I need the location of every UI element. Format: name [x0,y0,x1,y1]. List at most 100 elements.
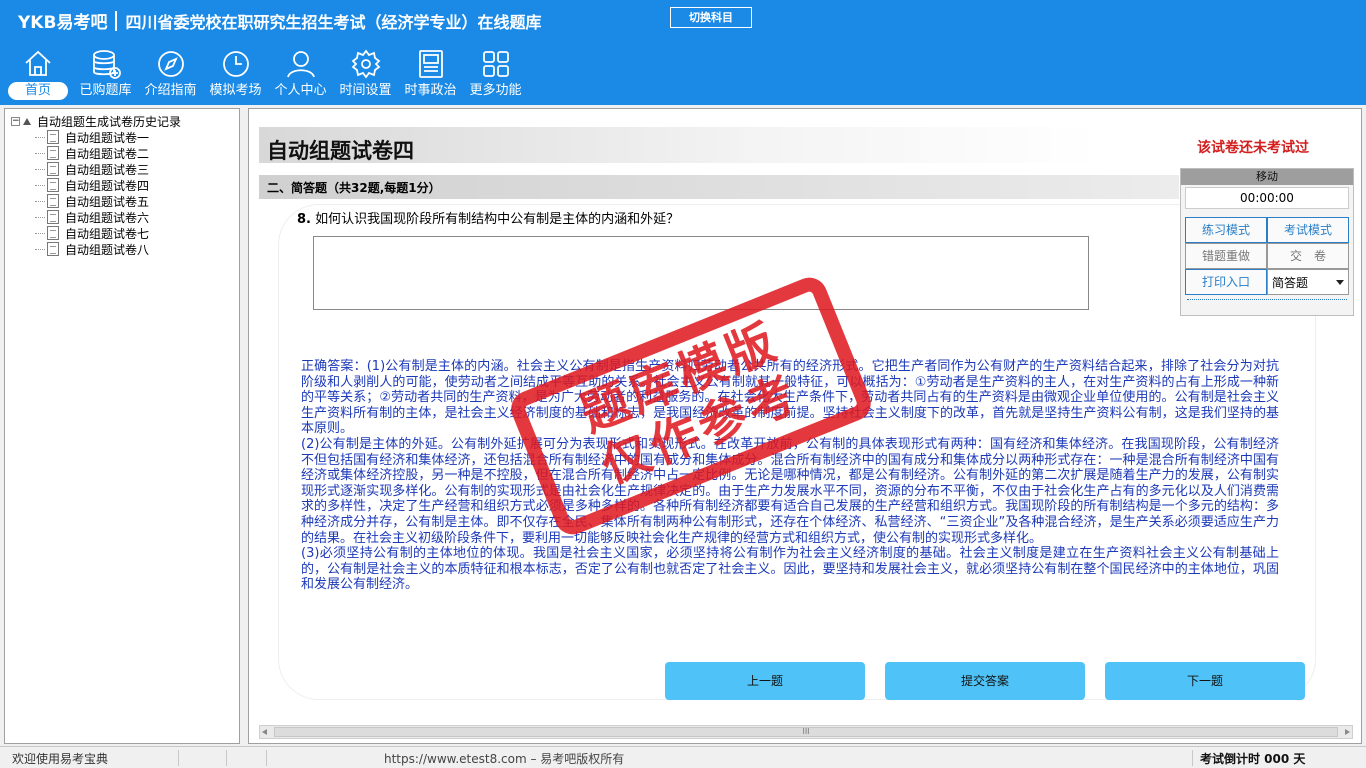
document-icon [47,242,59,256]
tree-item-label: 自动组题试卷四 [65,178,150,193]
redo-wrong-button[interactable]: 错题重做 [1185,243,1267,269]
tree-item-paper-3[interactable]: 自动组题试卷三 [35,161,149,177]
tree-item-label: 自动组题试卷一 [65,130,150,145]
nav-profile-label: 个人中心 [274,83,327,98]
action-row: 错题重做 交 卷 [1185,243,1349,269]
answer-paragraph-3: (3)必须坚持公有制的主体地位的体现。我国是社会主义国家，必须坚持将公有制作为社… [301,546,1279,593]
app-header: YKB易考吧 四川省委党校在职研究生招生考试（经济学专业）在线题库 切换科目 首… [0,0,1366,105]
status-bar: 欢迎使用易考宝典 https://www.etest8.com – 易考吧版权所… [0,746,1366,768]
exam-status-text: 该试卷还未考试过 [1197,140,1309,156]
document-icon [47,130,59,144]
paper-history-tree: − 自动组题生成试卷历史记录 自动组题试卷一 自动组题试卷二 自动组题试卷三 自… [4,108,240,744]
tree-item-label: 自动组题试卷六 [65,210,150,225]
tree-item-paper-5[interactable]: 自动组题试卷五 [35,193,149,209]
nav-current-affairs-label: 时事政治 [404,83,457,98]
nav-home-label: 首页 [8,82,68,100]
status-divider [178,750,179,766]
tree-item-paper-8[interactable]: 自动组题试卷八 [35,241,149,257]
main-nav: 首页 已购题库 介绍指南 模拟考场 个人中心 时间设置 时事政治 更多功能 [0,46,528,104]
database-icon [92,50,121,79]
brand-logo: YKB易考吧 [18,13,108,33]
tree-item-label: 自动组题试卷五 [65,194,150,209]
panel-scrollbar[interactable] [1187,299,1347,301]
tree-root-label: 自动组题生成试卷历史记录 [37,115,182,129]
exam-mode-button[interactable]: 考试模式 [1267,217,1349,243]
tree-connector [35,184,45,186]
brand: YKB易考吧 四川省委党校在职研究生招生考试（经济学专业）在线题库 [18,8,541,33]
move-handle[interactable]: 移动 [1181,169,1353,185]
tree-connector [35,152,45,154]
previous-question-button[interactable]: 上一题 [665,662,865,700]
question-type-value: 简答题 [1271,275,1308,290]
tree-connector [35,168,45,170]
nav-home[interactable]: 首页 [3,46,73,104]
exam-control-panel: 移动 00:00:00 练习模式 考试模式 错题重做 交 卷 打印入口 简答题 [1180,168,1354,316]
tree-item-paper-6[interactable]: 自动组题试卷六 [35,209,149,225]
tree-item-paper-1[interactable]: 自动组题试卷一 [35,129,149,145]
tree-item-paper-4[interactable]: 自动组题试卷四 [35,177,149,193]
mode-row: 练习模式 考试模式 [1185,217,1349,243]
exam-timer: 00:00:00 [1185,187,1349,209]
document-edit-icon [47,178,59,192]
section-title: 二、简答题（共32题,每题1分） [267,181,441,195]
app-title: 四川省委党校在职研究生招生考试（经济学专业）在线题库 [125,12,542,32]
tree-list: 自动组题试卷一 自动组题试卷二 自动组题试卷三 自动组题试卷四 自动组题试卷五 … [35,129,149,257]
nav-time-settings[interactable]: 时间设置 [333,46,398,104]
user-icon [286,51,315,78]
nav-guide[interactable]: 介绍指南 [138,46,203,104]
nav-purchased-label: 已购题库 [79,83,132,98]
document-icon [47,226,59,240]
next-question-button[interactable]: 下一题 [1105,662,1305,700]
practice-mode-button[interactable]: 练习模式 [1185,217,1267,243]
tree-connector [35,216,45,218]
question-type-select[interactable]: 简答题 [1266,269,1349,295]
hand-in-button[interactable]: 交 卷 [1267,243,1349,269]
nav-more-label: 更多功能 [469,83,522,98]
nav-more[interactable]: 更多功能 [463,46,528,104]
grid-icon [482,51,509,77]
status-welcome: 欢迎使用易考宝典 [12,752,109,766]
exam-countdown: 考试倒计时 000 天 [1200,752,1306,766]
answer-paragraph-2: (2)公有制是主体的外延。公有制外延扩展可分为表现形式和实现形式。在改革开放前，… [301,436,1279,546]
folder-triangle-icon [23,118,31,125]
submit-answer-button[interactable]: 提交答案 [885,662,1085,700]
nav-profile[interactable]: 个人中心 [268,46,333,104]
status-divider [266,750,267,766]
nav-purchased-banks[interactable]: 已购题库 [73,46,138,104]
nav-mock-exam[interactable]: 模拟考场 [203,46,268,104]
question-number: 8. [297,212,311,227]
scrollbar-thumb[interactable]: III [274,727,1338,737]
tree-item-paper-2[interactable]: 自动组题试卷二 [35,145,149,161]
brand-separator [115,10,118,31]
collapse-toggle-icon[interactable]: − [11,117,20,126]
correct-answer: 正确答案：(1)公有制是主体的内涵。社会主义公有制是指生产资料归劳动者公共所有的… [301,359,1279,593]
question-text: 8. 如何认识我国现阶段所有制结构中公有制是主体的内涵和外延？ [297,208,679,227]
tree-connector [35,248,45,250]
answer-paragraph-1: 正确答案：(1)公有制是主体的内涵。社会主义公有制是指生产资料归劳动者公共所有的… [301,359,1279,437]
tree-connector [35,200,45,202]
tree-root[interactable]: − 自动组题生成试卷历史记录 [11,113,181,130]
home-icon [25,50,51,76]
document-icon [47,146,59,160]
nav-mock-exam-label: 模拟考场 [209,83,262,98]
status-divider [226,750,227,766]
clock-icon [222,51,249,77]
horizontal-scrollbar[interactable]: III [259,725,1353,739]
answer-input[interactable] [313,236,1089,310]
nav-current-affairs[interactable]: 时事政治 [398,46,463,104]
tree-connector [35,232,45,234]
scroll-right-icon[interactable] [1345,729,1350,735]
document-icon [47,194,59,208]
print-row: 打印入口 简答题 [1185,269,1349,295]
question-stem: 如何认识我国现阶段所有制结构中公有制是主体的内涵和外延？ [315,212,680,227]
compass-icon [157,51,184,77]
tree-item-label: 自动组题试卷二 [65,146,150,161]
nav-guide-label: 介绍指南 [144,83,197,98]
status-divider [1192,750,1193,766]
tree-item-label: 自动组题试卷七 [65,226,150,241]
nav-time-settings-label: 时间设置 [339,83,392,98]
scroll-left-icon[interactable] [262,729,267,735]
switch-subject-button[interactable]: 切换科目 [670,7,752,28]
print-button[interactable]: 打印入口 [1185,269,1267,295]
tree-item-paper-7[interactable]: 自动组题试卷七 [35,225,149,241]
